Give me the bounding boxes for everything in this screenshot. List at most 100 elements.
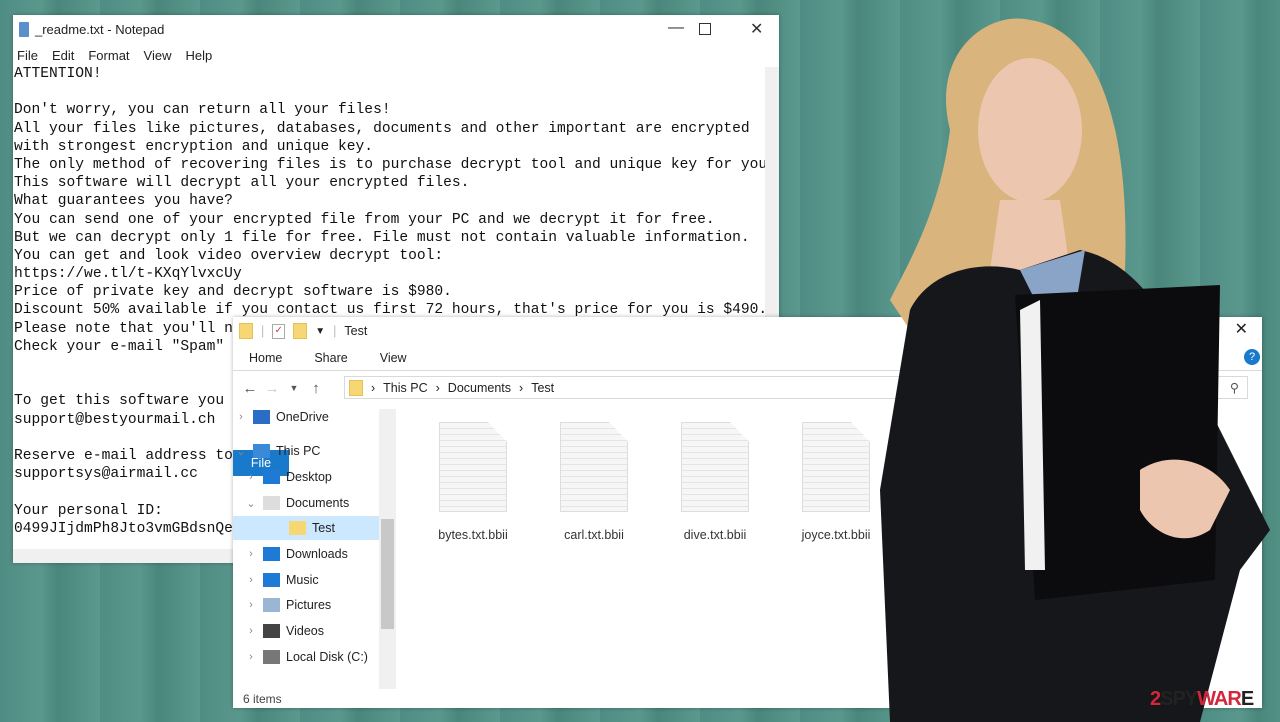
text-line: The only method of recovering files is t… <box>14 156 765 173</box>
up-button[interactable]: ↑ <box>305 380 327 397</box>
notepad-titlebar: _readme.txt - Notepad <box>13 15 779 43</box>
tab-share[interactable]: Share <box>298 345 363 371</box>
text-line: You can send one of your encrypted file … <box>14 211 715 228</box>
text-line: All your files like pictures, databases,… <box>14 120 750 137</box>
chevron-down-icon[interactable]: ⌄ <box>245 497 257 510</box>
text-file-icon <box>439 422 507 512</box>
close-button[interactable]: ✕ <box>750 19 763 39</box>
cloud-icon <box>253 410 270 424</box>
text-line: You can get and look video overview decr… <box>14 247 444 264</box>
nav-item-label: Pictures <box>286 598 332 612</box>
text-file-icon <box>681 422 749 512</box>
folder-icon <box>239 323 253 339</box>
notepad-icon <box>19 21 29 37</box>
nav-item-label: Desktop <box>286 470 332 484</box>
nav-item-label: Downloads <box>286 547 348 561</box>
chevron-right-icon[interactable]: › <box>245 574 257 586</box>
chevron-right-icon[interactable]: › <box>245 471 257 483</box>
text-line: ATTENTION! <box>14 66 102 82</box>
tab-home[interactable]: Home <box>233 345 298 371</box>
videos-icon <box>263 624 280 638</box>
text-line <box>14 83 765 101</box>
chevron-right-icon[interactable]: › <box>245 548 257 560</box>
file-item[interactable]: dive.txt.bbii <box>665 422 765 542</box>
file-name: dive.txt.bbii <box>683 528 747 542</box>
text-line: with strongest encryption and unique key… <box>14 138 374 155</box>
computer-icon <box>253 444 270 458</box>
forward-button[interactable]: → <box>261 380 283 397</box>
menu-help[interactable]: Help <box>185 48 212 63</box>
breadcrumb-documents[interactable]: Documents <box>448 381 511 395</box>
desktop-icon <box>263 470 280 484</box>
minimize-button[interactable]: — <box>668 19 684 37</box>
navigation-pane: › OneDrive ⌄ This PC › Desktop ⌄ Documents Test ›… <box>233 409 396 689</box>
folder-icon <box>289 521 306 535</box>
text-file-icon <box>802 422 870 512</box>
nav-item-label: This PC <box>276 444 321 458</box>
nav-item-onedrive[interactable]: › OneDrive <box>233 405 379 429</box>
nav-item-label: Test <box>312 521 335 535</box>
back-button[interactable]: ← <box>239 380 261 397</box>
face <box>978 58 1082 202</box>
breadcrumb-sep: › <box>435 380 440 395</box>
watermark-logo: 2SPYWARE <box>1150 688 1254 710</box>
file-item[interactable]: bytes.txt.bbii <box>423 422 523 542</box>
customize-toolbar-icon[interactable]: ▼ <box>315 326 325 337</box>
breadcrumb-this-pc[interactable]: This PC <box>383 381 427 395</box>
download-icon <box>263 547 280 561</box>
nav-item-test[interactable]: Test <box>233 516 379 540</box>
nav-item-music[interactable]: › Music <box>233 568 379 592</box>
text-line: This software will decrypt all your encr… <box>14 175 470 192</box>
tab-view[interactable]: View <box>364 345 423 371</box>
nav-item-pictures[interactable]: › Pictures <box>233 593 379 617</box>
text-file-icon <box>560 422 628 512</box>
text-line: Price of private key and decrypt softwar… <box>14 284 452 301</box>
nav-item-label: Videos <box>286 624 324 638</box>
breadcrumb-sep: › <box>371 380 376 395</box>
menu-edit[interactable]: Edit <box>52 48 74 63</box>
music-icon <box>263 573 280 587</box>
nav-item-downloads[interactable]: › Downloads <box>233 542 379 566</box>
maximize-button[interactable] <box>699 23 711 35</box>
nav-item-label: Documents <box>286 496 350 510</box>
chevron-right-icon[interactable]: › <box>245 625 257 637</box>
chevron-right-icon[interactable]: › <box>245 599 257 611</box>
menu-view[interactable]: View <box>144 48 172 63</box>
status-bar: 6 items <box>243 692 282 706</box>
text-line: https://we.tl/t-KXqYlvxcUy <box>14 266 242 283</box>
disk-icon <box>263 650 280 664</box>
nav-scrollbar[interactable] <box>379 409 396 689</box>
woman-photo <box>880 18 1270 722</box>
file-name: bytes.txt.bbii <box>438 528 508 542</box>
nav-item-videos[interactable]: › Videos <box>233 619 379 643</box>
new-folder-icon[interactable] <box>293 323 308 339</box>
chevron-right-icon[interactable]: › <box>235 411 247 423</box>
nav-item-local-disk-c[interactable]: › Local Disk (C:) <box>233 645 379 669</box>
explorer-title: Test <box>344 324 368 338</box>
menu-file[interactable]: File <box>17 48 38 63</box>
nav-item-documents[interactable]: ⌄ Documents <box>233 491 379 515</box>
chevron-down-icon[interactable]: ⌄ <box>235 445 247 458</box>
text-line: What guarantees you have? <box>14 193 233 210</box>
scrollbar-thumb[interactable] <box>381 519 394 629</box>
properties-icon[interactable]: ✓ <box>272 323 286 339</box>
nav-item-desktop[interactable]: › Desktop <box>233 465 379 489</box>
chevron-right-icon[interactable]: › <box>245 651 257 663</box>
nav-item-label: Local Disk (C:) <box>286 650 368 664</box>
nav-item-label: OneDrive <box>276 410 329 424</box>
file-item[interactable]: carl.txt.bbii <box>544 422 644 542</box>
menu-format[interactable]: Format <box>88 48 129 63</box>
breadcrumb-test[interactable]: Test <box>531 381 554 395</box>
text-line: Don't worry, you can return all your fil… <box>14 102 391 119</box>
pictures-icon <box>263 598 280 612</box>
black-binder <box>1015 285 1220 600</box>
notepad-menubar: File Edit Format View Help <box>13 43 779 67</box>
file-name: carl.txt.bbii <box>564 528 624 542</box>
breadcrumb-sep: › <box>519 380 524 395</box>
text-line: But we can decrypt only 1 file for free.… <box>14 229 750 246</box>
documents-icon <box>263 496 280 510</box>
nav-item-label: Music <box>286 573 319 587</box>
recent-locations-button[interactable]: ▼ <box>283 383 305 393</box>
notepad-title: _readme.txt - Notepad <box>35 21 165 37</box>
nav-item-this-pc[interactable]: ⌄ This PC <box>233 439 379 463</box>
